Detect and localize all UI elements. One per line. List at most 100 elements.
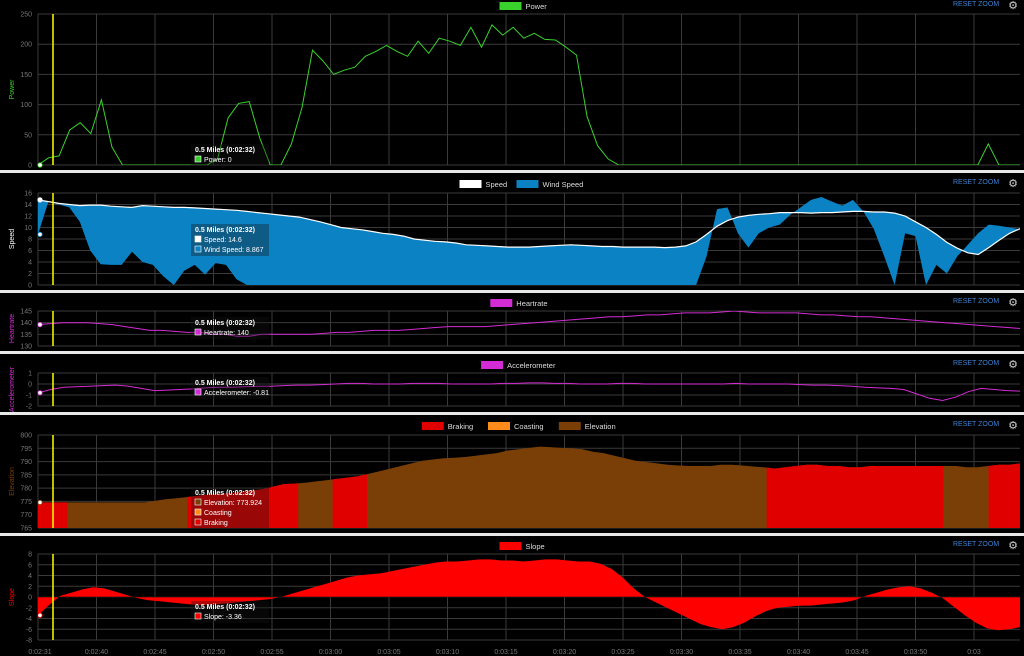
tooltip-swatch [194,235,202,243]
tooltip-accelerometer: 0.5 Miles (0:02:32) Accelerometer: -0.81 [191,377,269,399]
legend-item-coasting[interactable]: Coasting [488,422,544,431]
y-tick-label: -2 [26,404,32,411]
y-tick-label: 795 [20,446,32,453]
x-tick-label: 0:03:25 [611,649,634,656]
x-tick-label: 0:02:55 [260,649,283,656]
y-tick-label: 2 [28,271,32,278]
plot-area[interactable] [38,435,1020,528]
y-axis-title: Slope [9,588,16,606]
tooltip-row: Wind Speed: 8.867 [204,247,264,254]
reset-zoom-button[interactable]: RESET ZOOM [953,541,999,548]
x-axis: 0:02:31 0:02:40 0:02:45 0:02:50 0:02:55 0:03:… [28,649,981,656]
y-tick-label: 8 [28,237,32,244]
slope-area [38,559,1020,631]
y-tick-label: 135 [20,332,32,339]
y-tick-label: 100 [20,102,32,109]
x-tick-label: 0:03:20 [553,649,576,656]
telemetry-charts[interactable]: 250200150100500PowerPower0.5 Miles (0:02… [0,0,1024,656]
x-tick-label: 0:03:05 [377,649,400,656]
legend-item-braking[interactable]: Braking [421,422,473,431]
y-tick-label: 145 [20,309,32,316]
gear-icon[interactable]: ⚙ [1008,179,1018,190]
legend-label: Wind Speed [543,180,584,189]
chart-speed[interactable]: 16 14 12 10 8 6 4 2 0 Speed Speed Wind Speed 0.5 Mil… [9,180,1020,290]
y-tick-label: 16 [24,191,32,198]
tooltip-elevation: 0.5 Miles (0:02:32) Elevation: 773.924 Coa… [191,487,269,529]
tooltip-title: 0.5 Miles (0:02:32) [195,320,255,327]
gear-icon[interactable]: ⚙ [1008,421,1018,432]
cursor-marker [37,322,43,328]
y-tick-label: 765 [20,526,32,533]
tooltip-swatch [194,508,202,516]
tooltip-title: 0.5 Miles (0:02:32) [195,604,255,611]
tooltip-swatch [194,518,202,526]
legend-item-accelerometer[interactable]: Accelerometer [481,361,556,370]
gear-icon[interactable]: ⚙ [1008,298,1018,309]
legend-item-elevation[interactable]: Elevation [558,422,616,431]
y-tick-label: 12 [24,214,32,221]
y-tick-label: 150 [20,72,32,79]
legend-swatch[interactable] [499,2,522,10]
chart-power[interactable]: 250 200 150 100 50 0 Power Power 0.5 Miles (0:02… [9,2,1020,170]
y-tick-label: 250 [20,12,32,19]
reset-zoom-button[interactable]: RESET ZOOM [953,298,999,305]
cursor-marker [37,231,43,237]
y-tick-label: 0 [28,382,32,389]
chart-heartrate[interactable]: 145 140 135 130 Heartrate Heartrate 0.5 Miles … [9,299,1020,351]
tooltip-heartrate: 0.5 Miles (0:02:32) Heartrate: 140 [191,317,269,339]
gear-icon[interactable]: ⚙ [1008,360,1018,371]
plot-area[interactable] [38,559,1020,631]
reset-zoom-button[interactable]: RESET ZOOM [953,1,999,8]
y-tick-label: -1 [26,393,32,400]
panel-separator [0,170,1024,173]
plot-area[interactable] [38,311,1020,337]
y-tick-label: 6 [28,248,32,255]
gear-icon[interactable]: ⚙ [1008,541,1018,552]
legend-item-wind-speed[interactable]: Wind Speed [516,180,584,189]
cursor-marker [37,197,43,203]
y-tick-label: 800 [20,433,32,440]
chart-slope[interactable]: 8 6 4 2 0 -2 -4 -6 -8 Slope Slope 0.5 Miles (0:02:3… [9,542,1020,645]
y-tick-label: 775 [20,499,32,506]
tooltip-row: Power: 0 [204,157,232,164]
chart-elevation[interactable]: 800 795 790 785 780 775 770 765 Elevation Braking… [9,422,1020,533]
legend-swatch[interactable] [421,422,444,430]
y-tick-label: -8 [26,638,32,645]
legend-swatch[interactable] [516,180,539,188]
y-tick-label: 0 [28,595,32,602]
tooltip-row: Elevation: 773.924 [204,500,262,507]
legend-item-slope[interactable]: Slope [499,542,545,551]
legend-swatch[interactable] [499,542,522,550]
tooltip-row: Heartrate: 140 [204,330,249,337]
legend-label: Speed [486,180,508,189]
reset-zoom-button[interactable]: RESET ZOOM [953,360,999,367]
braking-segment [988,446,1020,528]
y-tick-label: 10 [24,225,32,232]
x-tick-label: 0:03 [967,649,981,656]
gear-icon[interactable]: ⚙ [1008,1,1018,12]
legend-item-speed[interactable]: Speed [459,180,508,189]
tooltip-row: Coasting [204,510,232,517]
legend-swatch[interactable] [459,180,482,188]
reset-zoom-button[interactable]: RESET ZOOM [953,421,999,428]
legend-swatch[interactable] [558,422,581,430]
plot-area[interactable] [38,24,1020,165]
y-tick-label: 790 [20,459,32,466]
tooltip-swatch [194,388,202,396]
chart-accelerometer[interactable]: 1 0 -1 -2 Accelerometer Accelerometer 0.5 Mile… [9,361,1020,412]
reset-zoom-button[interactable]: RESET ZOOM [953,179,999,186]
legend-item-power[interactable]: Power [499,2,548,11]
plot-area[interactable] [38,197,1020,285]
y-tick-label: 200 [20,42,32,49]
legend-swatch[interactable] [488,422,510,430]
series-line-heartrate [38,311,1020,337]
y-axis-title: Elevation [9,467,16,496]
tooltip-slope: 0.5 Miles (0:02:32) Slope: -3.36 [191,601,269,623]
legend-swatch[interactable] [490,299,513,307]
legend-item-heartrate[interactable]: Heartrate [490,299,548,308]
legend-swatch[interactable] [481,361,504,369]
plot-area[interactable] [38,382,1020,402]
y-tick-label: 4 [28,260,32,267]
y-tick-label: 2 [28,584,32,591]
x-tick-label: 0:02:40 [85,649,108,656]
